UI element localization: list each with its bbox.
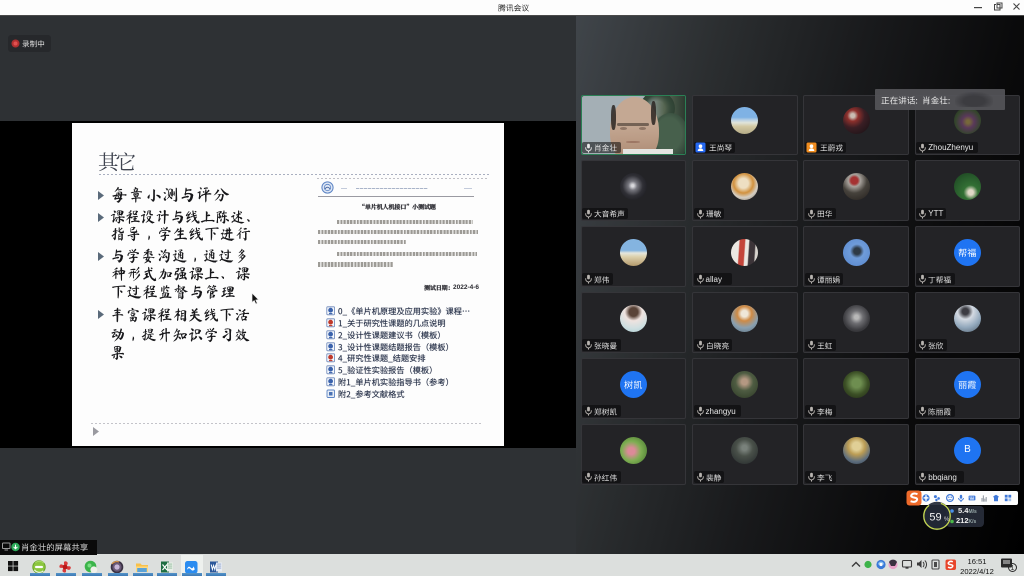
svg-text:1: 1 bbox=[1011, 565, 1015, 572]
svg-text:59: 59 bbox=[929, 512, 941, 524]
svg-text:%: % bbox=[944, 517, 950, 523]
